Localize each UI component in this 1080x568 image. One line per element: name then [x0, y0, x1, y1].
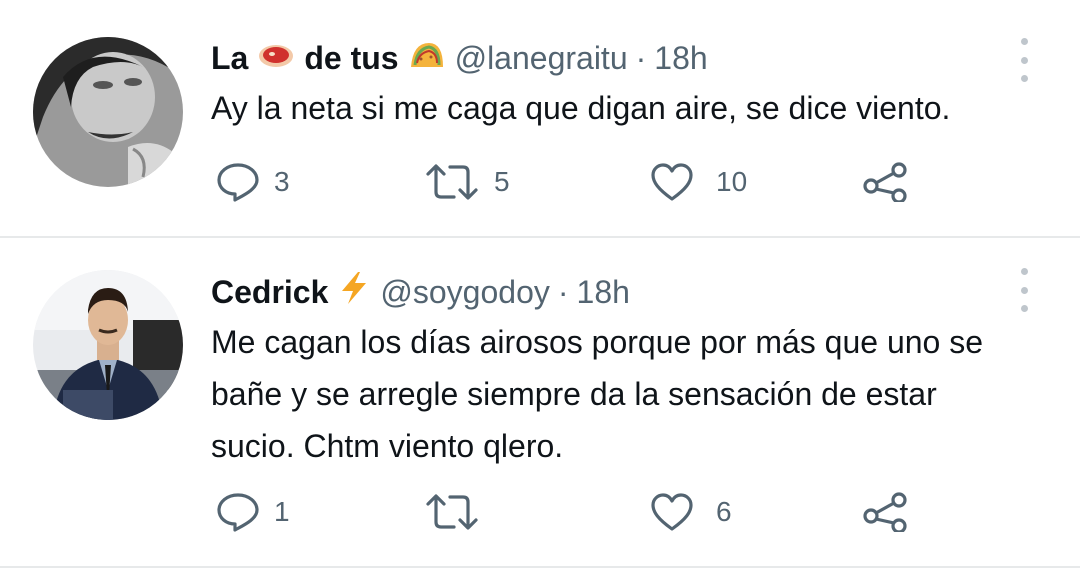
separator: ·	[557, 273, 569, 310]
reply-icon	[217, 163, 259, 202]
share-icon	[863, 492, 907, 532]
retweet-icon	[426, 494, 478, 530]
heart-icon	[651, 163, 693, 201]
retweet-button[interactable]: 5	[424, 162, 510, 202]
reply-button[interactable]: 3	[216, 162, 290, 202]
display-name[interactable]: Cedrick	[211, 274, 328, 311]
tweet-text-line: sucio. Chtm viento qlero.	[211, 428, 564, 464]
display-name-part2[interactable]: de tus	[304, 40, 398, 77]
timestamp[interactable]: 18h	[654, 40, 707, 77]
lightning-emoji	[338, 271, 370, 313]
retweet-count: 5	[494, 166, 510, 197]
tweet-header: La de tus @lanegraitu · 18h	[211, 38, 708, 78]
share-button[interactable]	[862, 492, 908, 532]
tweet-text: Me cagan los días airosos porque por más…	[211, 316, 1051, 472]
like-button[interactable]: 10	[650, 162, 747, 202]
tweet-1[interactable]: La de tus @lanegraitu · 18h Ay la neta s…	[0, 0, 1080, 236]
like-count: 10	[716, 166, 748, 197]
more-icon[interactable]	[1012, 38, 1036, 82]
avatar[interactable]	[33, 37, 183, 187]
avatar[interactable]	[33, 270, 183, 420]
reply-count: 3	[274, 166, 290, 197]
retweet-icon	[426, 164, 478, 200]
username-handle[interactable]: @lanegraitu	[455, 40, 628, 77]
tweet-2[interactable]: Cedrick @soygodoy · 18h Me cagan los día…	[0, 238, 1080, 568]
tweet-header: Cedrick @soygodoy · 18h	[211, 272, 630, 312]
like-button[interactable]: 6	[650, 492, 732, 532]
reply-button[interactable]: 1	[216, 492, 290, 532]
separator: ·	[635, 39, 647, 76]
taco-emoji	[409, 40, 445, 77]
heart-icon	[651, 493, 693, 531]
tweet-text-line: Me cagan los días airosos porque por más…	[211, 324, 984, 360]
meat-emoji	[258, 40, 294, 77]
share-button[interactable]	[862, 162, 908, 202]
reply-count: 1	[274, 496, 290, 527]
like-count: 6	[716, 496, 732, 527]
more-icon[interactable]	[1012, 268, 1036, 312]
share-icon	[863, 162, 907, 202]
username-handle[interactable]: @soygodoy	[380, 274, 549, 311]
tweet-text: Ay la neta si me caga que digan aire, se…	[211, 90, 951, 126]
display-name-part1[interactable]: La	[211, 40, 248, 77]
timestamp[interactable]: 18h	[577, 274, 630, 311]
tweet-text-line: bañe y se arregle siempre da la sensació…	[211, 376, 937, 412]
retweet-button[interactable]	[424, 492, 494, 532]
reply-icon	[217, 493, 259, 532]
